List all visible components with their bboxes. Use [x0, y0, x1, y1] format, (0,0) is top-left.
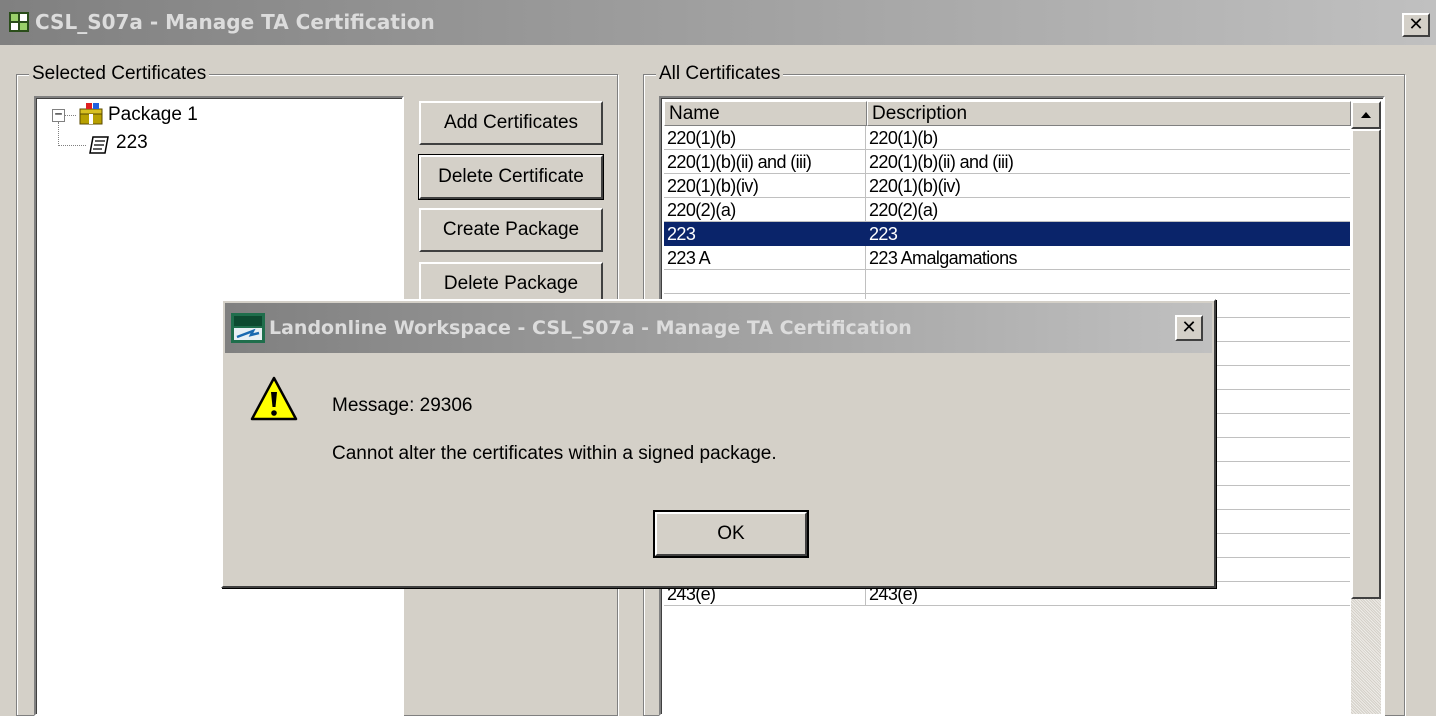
cell-description: 223 Amalgamations [866, 246, 1350, 270]
cell-name: 220(1)(b) [664, 126, 866, 150]
window-close-button[interactable]: ✕ [1402, 13, 1430, 37]
arrow-up-icon [1361, 112, 1371, 118]
scroll-thumb[interactable] [1351, 129, 1381, 599]
landonline-logo-icon [231, 313, 265, 343]
message-code: Message: 29306 [332, 395, 473, 416]
cell-description [866, 270, 1350, 294]
cell-description: 220(1)(b) [866, 126, 1350, 150]
warning-icon [250, 376, 298, 421]
column-header-name[interactable]: Name [664, 101, 867, 126]
list-row[interactable]: 220(2)(a) 220(2)(a) [664, 198, 1350, 222]
create-package-button[interactable]: Create Package [419, 208, 603, 252]
close-icon: ✕ [1408, 14, 1424, 35]
cell-name: 220(1)(b)(iv) [664, 174, 866, 198]
dialog-titlebar: Landonline Workspace - CSL_S07a - Manage… [225, 303, 1212, 353]
certificate-label: 223 [116, 132, 148, 153]
tree-node-certificate[interactable]: 223 [116, 132, 148, 154]
list-row[interactable]: 223 A 223 Amalgamations [664, 246, 1350, 270]
cell-name: 223 A [664, 246, 866, 270]
dialog-close-button[interactable]: ✕ [1175, 315, 1203, 341]
tree-node-package[interactable]: Package 1 [108, 104, 198, 126]
cell-name: 223 [664, 222, 866, 246]
cell-description: 220(2)(a) [866, 198, 1350, 222]
column-header-description[interactable]: Description [867, 101, 1351, 126]
cell-description: 223 [866, 222, 1350, 246]
list-row[interactable]: 220(1)(b)(iv) 220(1)(b)(iv) [664, 174, 1350, 198]
window-title: CSL_S07a - Manage TA Certification [35, 10, 435, 34]
window-titlebar: CSL_S07a - Manage TA Certification ✕ [0, 0, 1436, 45]
cell-name: 220(2)(a) [664, 198, 866, 222]
cell-name [664, 270, 866, 294]
dialog-title: Landonline Workspace - CSL_S07a - Manage… [269, 317, 912, 339]
ok-button[interactable]: OK [653, 510, 809, 558]
list-vertical-scrollbar[interactable] [1351, 101, 1381, 714]
certificate-icon [89, 136, 109, 154]
cell-description: 220(1)(b)(ii) and (iii) [866, 150, 1350, 174]
tree-collapse-toggle[interactable]: − [52, 108, 65, 122]
scroll-up-button[interactable] [1351, 101, 1381, 129]
list-row[interactable] [664, 270, 1350, 294]
app-icon [9, 12, 29, 32]
close-icon: ✕ [1181, 317, 1197, 338]
delete-certificate-button[interactable]: Delete Certificate [418, 154, 604, 200]
package-label: Package 1 [108, 104, 198, 125]
cell-description: 220(1)(b)(iv) [866, 174, 1350, 198]
cell-name: 220(1)(b)(ii) and (iii) [664, 150, 866, 174]
list-row[interactable]: 223 223 [664, 222, 1350, 246]
message-dialog: Landonline Workspace - CSL_S07a - Manage… [221, 299, 1216, 588]
message-text: Cannot alter the certificates within a s… [332, 443, 777, 464]
selected-certificates-label: Selected Certificates [29, 63, 210, 85]
add-certificates-button[interactable]: Add Certificates [419, 101, 603, 145]
all-certificates-label: All Certificates [656, 63, 784, 85]
list-row[interactable]: 220(1)(b) 220(1)(b) [664, 126, 1350, 150]
package-icon [79, 103, 103, 125]
list-row[interactable]: 220(1)(b)(ii) and (iii) 220(1)(b)(ii) and… [664, 150, 1350, 174]
